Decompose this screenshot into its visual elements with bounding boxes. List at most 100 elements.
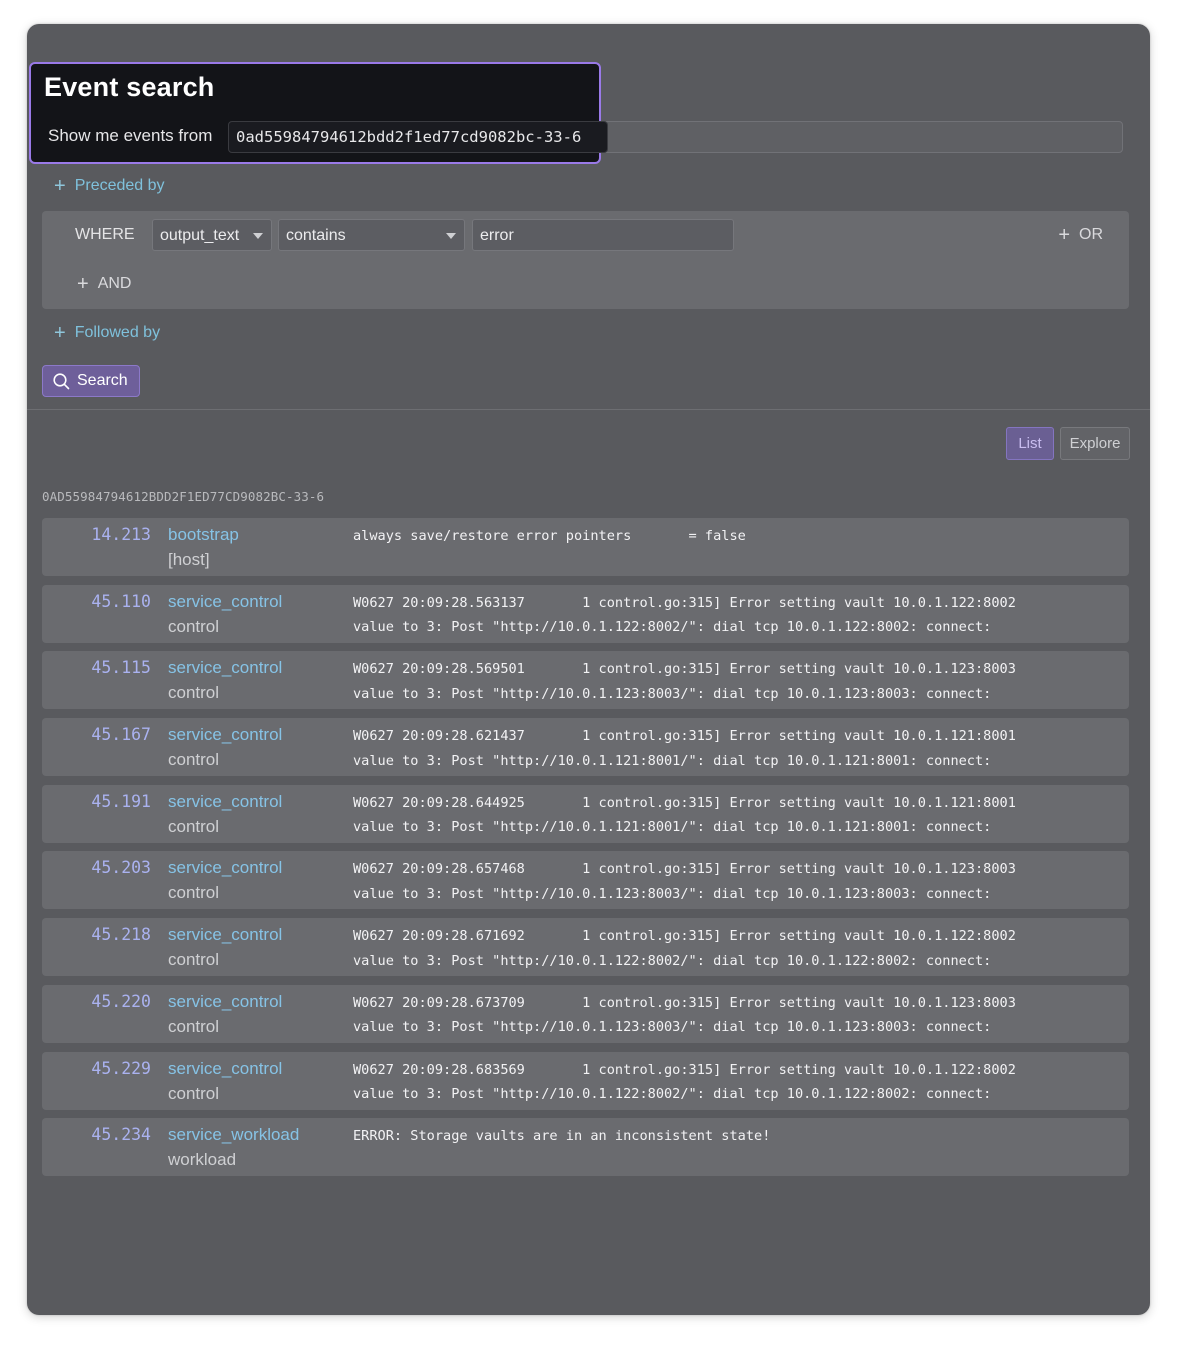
event-row[interactable]: 45.218 service_controlcontrol W0627 20:09:… [42,918,1129,977]
event-service-link[interactable]: service_control [168,592,282,612]
event-row[interactable]: 45.234 service_workload workload ERROR: Sto… [42,1118,1129,1177]
chevron-down-icon [446,233,456,239]
explore-view-button[interactable]: Explore [1060,427,1130,460]
event-source-label: workload [168,1150,237,1170]
event-message: W0627 20:09:28.671692 1 control.go:315] … [353,924,1016,973]
event-row[interactable]: 45.110 service_controlcontrol W0627 20:09:… [42,584,1129,643]
event-source-label: control [168,883,220,903]
event-timestamp: 45.191 [91,791,151,811]
list-view-button[interactable]: List [1006,427,1054,460]
field-select[interactable]: output_text [152,219,272,251]
search-icon [53,372,70,390]
page-title: Event search [44,72,215,102]
event-row[interactable]: 45.220 service_controlcontrol W0627 20:09:… [42,984,1129,1043]
field-select-value: output_text [160,227,240,244]
event-message-line: value to 3: Post "http://10.0.1.123:8003… [353,1019,992,1036]
event-service-link[interactable]: service_control [168,1059,282,1079]
event-service-link[interactable]: service_workload [168,1125,299,1145]
event-timestamp: 45.203 [91,858,151,878]
preceded-by-label: Preceded by [74,177,165,194]
event-source-label: [host] [168,550,210,569]
or-label: OR [1079,226,1103,243]
event-timestamp: 45.110 [91,591,151,611]
plus-icon: + [54,175,66,197]
preceded-by-button[interactable]: + Preceded by [54,175,165,197]
event-message-line: W0627 20:09:28.569501 1 control.go:315] … [353,661,1016,678]
event-message-line: W0627 20:09:28.644925 1 control.go:315] … [353,794,1016,811]
event-service-link[interactable]: service_control [168,792,282,812]
event-source-label: control [168,750,220,770]
event-message-line: value to 3: Post "http://10.0.1.122:8002… [353,619,992,636]
event-message-line: W0627 20:09:28.673709 1 control.go:315] … [353,994,1016,1011]
event-source-label: control [168,683,220,703]
event-message-line: value to 3: Post "http://10.0.1.123:8003… [353,685,992,702]
operator-select[interactable]: contains [278,219,465,251]
event-timestamp: 45.234 [91,1125,151,1145]
operator-select-value: contains [286,227,346,244]
result-group-id: 0AD55984794612BDD2F1ED77CD9082BC-33-6 [42,489,325,504]
event-service-link[interactable]: service_control [168,725,282,745]
event-list: 14.213 bootstrap [host] always save/restore… [42,518,1129,1185]
event-message: W0627 20:09:28.683569 1 control.go:315] … [353,1058,1016,1107]
show-events-label: Show me events from [48,126,213,145]
event-search-header: Event search Show me events from 0ad5598… [29,62,608,164]
event-service-link[interactable]: service_control [168,858,282,878]
event-source-label: control [168,816,220,836]
filter-value-input[interactable]: error [472,219,734,251]
search-label: Search [77,372,128,389]
search-button[interactable]: Search [42,365,140,397]
followed-by-button[interactable]: + Followed by [54,322,161,344]
filter-clause: WHERE output_text contains error + OR + … [42,211,1129,309]
followed-by-label: Followed by [74,324,161,341]
event-row[interactable]: 45.229 service_controlcontrol W0627 20:09:… [42,1051,1129,1110]
event-message-line: ERROR: Storage vaults are in an inconsis… [353,1128,771,1145]
event-message: always save/restore error pointers = fal… [353,524,746,549]
source-id-input[interactable]: 0ad55984794612bdd2f1ed77cd9082bc-33-6 [228,121,608,153]
event-message-line: value to 3: Post "http://10.0.1.123:8003… [353,885,992,902]
event-message: W0627 20:09:28.569501 1 control.go:315] … [353,657,1016,706]
event-timestamp: 45.220 [91,991,151,1011]
add-or-button[interactable]: + OR [1058,224,1103,246]
event-message-line: W0627 20:09:28.671692 1 control.go:315] … [353,928,1016,945]
where-label: WHERE [75,226,135,243]
plus-icon: + [1058,224,1070,246]
event-message: W0627 20:09:28.657468 1 control.go:315] … [353,857,1016,906]
event-source-label: control [168,1083,220,1103]
add-and-button[interactable]: + AND [77,273,132,295]
event-row[interactable]: 45.203 service_controlcontrol W0627 20:09:… [42,851,1129,910]
event-row[interactable]: 14.213 bootstrap [host] always save/restore… [42,518,1129,576]
event-message: W0627 20:09:28.673709 1 control.go:315] … [353,991,1016,1040]
event-timestamp: 45.229 [91,1058,151,1078]
event-search-panel: Event search Show me events from 0ad5598… [27,24,1150,1315]
event-service-link[interactable]: bootstrap [168,525,239,545]
event-message-line: W0627 20:09:28.657468 1 control.go:315] … [353,861,1016,878]
event-message: ERROR: Storage vaults are in an inconsis… [353,1124,770,1149]
event-timestamp: 45.218 [91,925,151,945]
plus-icon: + [77,273,89,295]
section-divider [27,409,1150,410]
event-service-link[interactable]: service_control [168,658,282,678]
event-message-line: W0627 20:09:28.621437 1 control.go:315] … [353,728,1016,745]
event-source-label: control [168,1016,220,1036]
event-service-link[interactable]: service_control [168,925,282,945]
event-message-line: value to 3: Post "http://10.0.1.122:8002… [353,952,992,969]
event-row[interactable]: 45.115 service_controlcontrol W0627 20:09:… [42,651,1129,710]
and-label: AND [97,275,132,292]
event-message: W0627 20:09:28.563137 1 control.go:315] … [353,591,1016,640]
event-timestamp: 14.213 [91,525,151,544]
event-message-line: W0627 20:09:28.563137 1 control.go:315] … [353,594,1016,611]
event-message-line: value to 3: Post "http://10.0.1.121:8001… [353,752,992,769]
chevron-down-icon [253,233,263,239]
event-message: W0627 20:09:28.621437 1 control.go:315] … [353,724,1016,773]
event-row[interactable]: 45.191 service_controlcontrol W0627 20:09:… [42,784,1129,843]
event-timestamp: 45.115 [91,658,151,678]
event-source-label: control [168,950,220,970]
event-message-line: W0627 20:09:28.683569 1 control.go:315] … [353,1061,1016,1078]
event-message-line: value to 3: Post "http://10.0.1.122:8002… [353,1086,992,1102]
event-message: W0627 20:09:28.644925 1 control.go:315] … [353,791,1016,840]
event-source-label: control [168,616,220,636]
event-row[interactable]: 45.167 service_control control W0627 20:09:… [42,718,1129,777]
plus-icon: + [54,322,66,344]
event-message-line: always save/restore error pointers = fal… [353,528,746,544]
event-service-link[interactable]: service_control [168,992,282,1012]
